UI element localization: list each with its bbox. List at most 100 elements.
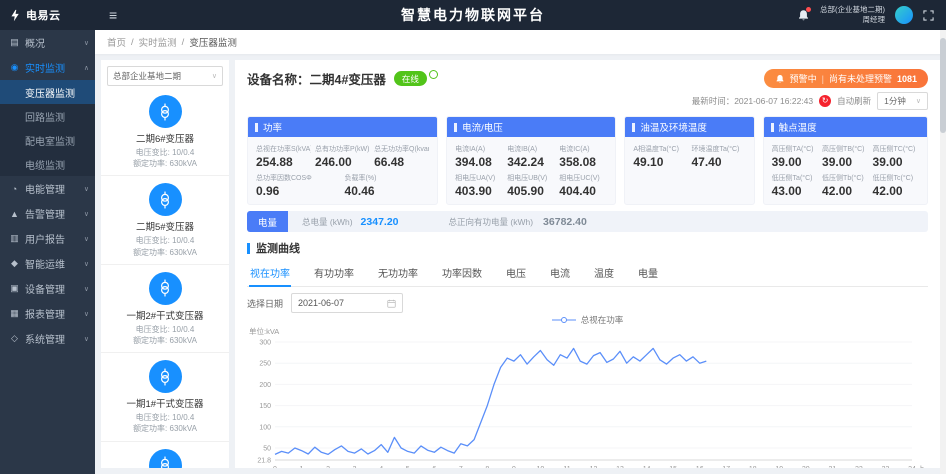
stat-cell: 高压侧TC(°C)39.00 [873, 144, 919, 169]
hamburger-menu-icon[interactable]: ≡ [109, 7, 117, 23]
stat-value: 47.40 [691, 155, 745, 169]
device-list-item-2[interactable]: 一期2#干式变压器电压变比: 10/0.4额定功率: 630kVA [101, 265, 229, 353]
sidebar-item-7[interactable]: ▦报表管理∨ [0, 301, 95, 326]
refresh-icon[interactable]: ↻ [819, 95, 831, 107]
system-mgmt-icon: ◇ [9, 333, 20, 344]
stat-label: 高压侧TA(°C) [772, 144, 818, 154]
total-energy-label: 总电量 (kWh) [302, 216, 353, 228]
stat-label: 相电压UB(V) [507, 173, 555, 183]
sidebar-item-label: 设备管理 [25, 281, 65, 296]
energy-mgmt-icon: ◔ [9, 184, 20, 194]
sidebar-item-0[interactable]: ▤概况∨ [0, 30, 95, 55]
stat-label: 负载率(%) [345, 173, 430, 183]
date-picker-input[interactable]: 2021-06-07 [291, 293, 403, 313]
stat-value: 66.48 [374, 155, 429, 169]
stat-value: 40.46 [345, 184, 430, 198]
stat-cell: 低压侧Ta(°C)43.00 [772, 173, 818, 198]
alert-text: 尚有未处理预警 [829, 72, 892, 85]
device-list-item-3[interactable]: 一期1#干式变压器电压变比: 10/0.4额定功率: 630kVA [101, 353, 229, 441]
stat-label: 总有功功率P(kW) [315, 144, 370, 154]
breadcrumb-home[interactable]: 首页 [107, 35, 126, 49]
stat-label: 总无功功率Q(kvar) [374, 144, 429, 154]
chevron-down-icon: ∨ [84, 39, 89, 47]
sidebar-item-8[interactable]: ◇系统管理∨ [0, 326, 95, 351]
stat-label: 低压侧Ta(°C) [772, 173, 818, 183]
top-header: 电易云 ≡ 智慧电力物联网平台 总部(企业基地二期) 周经理 [0, 0, 946, 30]
sidebar-item-1[interactable]: ◉实时监测∧ [0, 55, 95, 80]
curve-tab-7[interactable]: 电量 [637, 260, 659, 286]
stat-cell: 电流IC(A)358.08 [559, 144, 607, 169]
calendar-icon [387, 299, 396, 308]
chevron-down-icon: ∨ [212, 72, 217, 80]
svg-text:150: 150 [259, 403, 271, 410]
device-list-item-1[interactable]: 二期5#变压器电压变比: 10/0.4额定功率: 630kVA [101, 176, 229, 264]
svg-text:1: 1 [300, 466, 304, 468]
svg-text:4: 4 [379, 466, 383, 468]
stat-label: 低压侧Tc(°C) [873, 173, 919, 183]
svg-text:7: 7 [459, 466, 463, 468]
stat-card-1: 电流/电压电流IA(A)394.08电流IB(A)342.24电流IC(A)35… [446, 116, 616, 205]
stat-cell: A相温度Ta(°C)49.10 [633, 144, 687, 169]
svg-text:3: 3 [353, 466, 357, 468]
curve-tab-2[interactable]: 无功功率 [377, 260, 419, 286]
svg-text:14: 14 [643, 466, 651, 468]
content-area: 首页 / 实时监测 / 变压器监测 总部企业基地二期 ∨ 二期6#变压器电压变比… [95, 30, 946, 474]
device-list-item-0[interactable]: 二期6#变压器电压变比: 10/0.4额定功率: 630kVA [101, 88, 229, 176]
fullscreen-icon[interactable] [923, 10, 934, 21]
stat-cell: 相电压UA(V)403.90 [455, 173, 503, 198]
sidebar-subitem-1-2[interactable]: 配电室监测 [0, 128, 95, 152]
stat-value: 404.40 [559, 184, 607, 198]
chart-legend[interactable]: 总视在功率 [247, 314, 928, 325]
curve-tab-1[interactable]: 有功功率 [313, 260, 355, 286]
sidebar-subitem-1-3[interactable]: 电缆监测 [0, 152, 95, 176]
curve-tab-3[interactable]: 功率因数 [441, 260, 483, 286]
sidebar-item-5[interactable]: ◆智能运维∨ [0, 251, 95, 276]
stat-value: 246.00 [315, 155, 370, 169]
stat-cell: 电流IB(A)342.24 [507, 144, 555, 169]
curve-tab-4[interactable]: 电压 [505, 260, 527, 286]
chevron-down-icon: ∨ [84, 335, 89, 343]
stat-label: 总功率因数COSΦ [256, 173, 341, 183]
chevron-down-icon: ∨ [84, 285, 89, 293]
sidebar-item-label: 用户报告 [25, 231, 65, 246]
svg-text:24: 24 [908, 466, 916, 468]
curve-tab-5[interactable]: 电流 [549, 260, 571, 286]
device-name: 一期1#干式变压器 [105, 396, 225, 410]
device-rated-power: 额定功率: 630kVA [105, 158, 225, 169]
alert-warning-button[interactable]: 预警中 | 尚有未处理预警 1081 [764, 69, 928, 88]
curve-tab-6[interactable]: 温度 [593, 260, 615, 286]
breadcrumb-realtime[interactable]: 实时监测 [139, 35, 177, 49]
svg-text:50: 50 [263, 446, 271, 453]
chevron-down-icon: ∨ [84, 210, 89, 218]
online-status-badge: 在线 [394, 71, 427, 86]
sidebar-item-2[interactable]: ◔电能管理∨ [0, 176, 95, 201]
device-rated-power: 额定功率: 630kVA [105, 335, 225, 346]
alert-status: 预警中 [790, 72, 817, 85]
org-filter-select[interactable]: 总部企业基地二期 ∨ [107, 66, 223, 86]
sidebar-item-3[interactable]: ▲告警管理∨ [0, 201, 95, 226]
energy-chip: 电量 [247, 211, 288, 232]
device-rated-power: 额定功率: 630kVA [105, 247, 225, 258]
sidebar-subitem-1-0[interactable]: 变压器监测 [0, 80, 95, 104]
sidebar-item-label: 报表管理 [25, 306, 65, 321]
avatar[interactable] [895, 6, 913, 24]
refresh-interval-select[interactable]: 1分钟 ∨ [877, 92, 928, 110]
curve-tab-0[interactable]: 视在功率 [249, 260, 291, 286]
svg-text:22: 22 [855, 466, 863, 468]
org-user-label[interactable]: 总部(企业基地二期) 周经理 [820, 5, 885, 25]
device-list-item-4[interactable]: 二期8#变压器电压变比: 10/0.4额定功率: 630kVA [101, 442, 229, 469]
notification-bell-icon[interactable] [797, 9, 810, 22]
scrollbar-thumb[interactable] [940, 38, 946, 133]
stat-value: 394.08 [455, 155, 503, 169]
sidebar-item-6[interactable]: ▣设备管理∨ [0, 276, 95, 301]
stat-value: 0.96 [256, 184, 341, 198]
app-logo[interactable]: 电易云 [0, 7, 95, 23]
stat-card-3: 触点温度高压侧TA(°C)39.00高压侧TB(°C)39.00高压侧TC(°C… [763, 116, 928, 205]
device-ratio: 电压变比: 10/0.4 [105, 235, 225, 246]
stat-cell: 环境温度Ta(°C)47.40 [691, 144, 745, 169]
sidebar-item-4[interactable]: ▥用户报告∨ [0, 226, 95, 251]
sidebar: ▤概况∨◉实时监测∧变压器监测回路监测配电室监测电缆监测◔电能管理∨▲告警管理∨… [0, 30, 95, 474]
sidebar-subitem-1-1[interactable]: 回路监测 [0, 104, 95, 128]
logo-bolt-icon [9, 9, 22, 22]
stat-cell: 总无功功率Q(kvar)66.48 [374, 144, 429, 169]
